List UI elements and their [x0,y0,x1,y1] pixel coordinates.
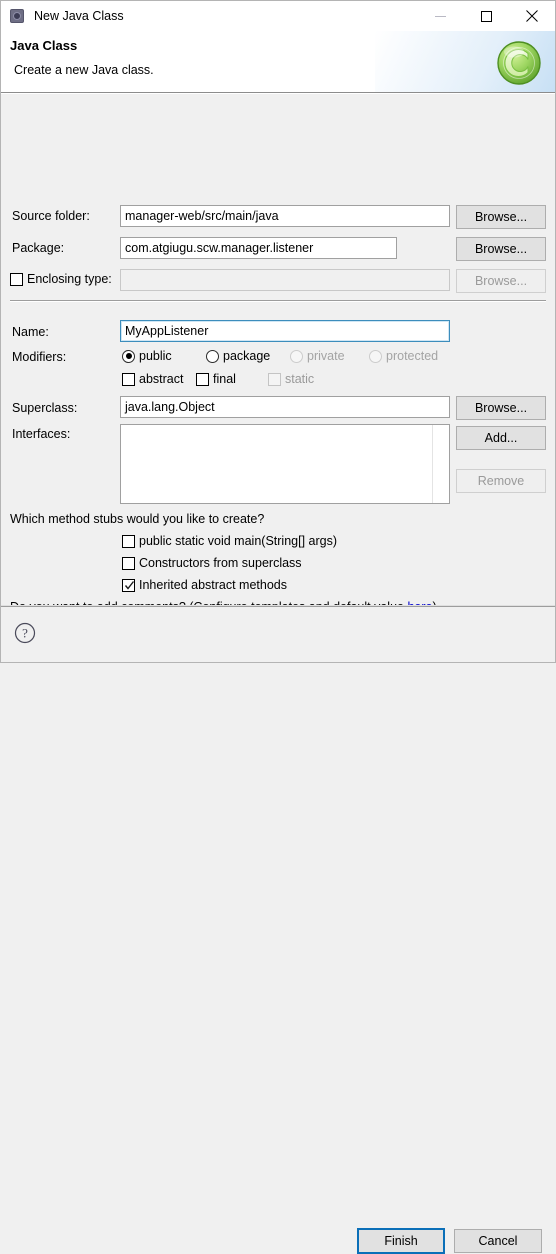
interfaces-label: Interfaces: [12,427,71,441]
close-icon [526,10,538,22]
window-controls [417,1,555,31]
checkbox-label: public static void main(String[] args) [139,534,337,548]
help-question-icon[interactable]: ? [14,622,36,644]
name-input[interactable]: MyAppListener [120,320,450,342]
radio-circle [290,349,303,363]
package-label: Package: [12,241,65,255]
source-folder-input[interactable]: manager-web/src/main/java [120,205,450,227]
minimize-icon [434,15,446,17]
checkbox-label: Constructors from superclass [139,556,302,570]
minimize-button[interactable] [417,1,463,31]
superclass-browse-button[interactable]: Browse... [456,396,546,420]
checkbox-label: static [285,372,315,386]
maximize-button[interactable] [463,1,509,31]
cancel-button[interactable]: Cancel [454,1229,542,1253]
checkbox-box [122,578,135,592]
green-c-wizard-icon [497,41,541,85]
page-title: Java Class [10,38,78,53]
stub-checkbox-main-method[interactable]: public static void main(String[] args) [122,534,337,548]
modifier-checkbox-static: static [268,372,314,386]
section-divider-1 [10,300,546,302]
superclass-label: Superclass: [12,401,78,415]
enclosing-type-browse-button: Browse... [456,269,546,293]
stub-checkbox-constructors[interactable]: Constructors from superclass [122,556,302,570]
enclosing-type-checkbox[interactable]: Enclosing type: [10,272,112,286]
modifiers-label: Modifiers: [12,350,67,364]
checkbox-box [122,534,135,548]
radio-circle [206,349,219,363]
page-description: Create a new Java class. [14,63,154,77]
modifier-checkbox-final[interactable]: final [196,372,236,386]
close-button[interactable] [509,1,555,31]
checkbox-box [122,372,135,386]
finish-button[interactable]: Finish [357,1228,445,1254]
radio-label: protected [386,349,439,363]
radio-label: public [139,349,172,363]
source-folder-browse-button[interactable]: Browse... [456,205,546,229]
checkbox-box [268,372,281,386]
maximize-icon [480,10,492,22]
stub-checkbox-inherited-abstract[interactable]: Inherited abstract methods [122,578,287,592]
radio-circle [122,349,135,363]
name-label: Name: [12,325,49,339]
checkbox-box [122,556,135,570]
java-class-icon [9,8,25,24]
checkbox-label: Inherited abstract methods [139,578,287,592]
checkbox-label: final [213,372,236,386]
interfaces-add-button[interactable]: Add... [456,426,546,450]
footer-divider [1,606,555,607]
checkbox-box [196,372,209,386]
checkbox-label: abstract [139,372,184,386]
radio-circle [369,349,382,363]
package-browse-button[interactable]: Browse... [456,237,546,261]
dialog-body: Source folder: manager-web/src/main/java… [1,93,555,636]
superclass-input[interactable]: java.lang.Object [120,396,450,418]
enclosing-type-input [120,269,450,291]
modifier-radio-protected: protected [369,349,438,363]
interfaces-remove-button: Remove [456,469,546,493]
new-java-class-dialog: New Java Class Java Class Create a new J… [0,0,556,1254]
interfaces-list-scrollbar[interactable] [432,425,449,503]
modifier-radio-public[interactable]: public [122,349,172,363]
title-bar: New Java Class [1,1,555,31]
window-title: New Java Class [34,9,124,23]
package-input[interactable]: com.atgiugu.scw.manager.listener [120,237,397,259]
svg-text:?: ? [22,626,28,641]
interfaces-list[interactable] [120,424,450,504]
modifier-radio-package[interactable]: package [206,349,270,363]
wizard-header: Java Class Create a new Java class. [1,31,555,93]
radio-label: private [307,349,345,363]
method-stubs-question: Which method stubs would you like to cre… [10,512,265,526]
radio-label: package [223,349,271,363]
modifier-checkbox-abstract[interactable]: abstract [122,372,183,386]
enclosing-type-label: Enclosing type: [27,272,112,286]
modifier-radio-private: private [290,349,345,363]
checkbox-box [10,272,23,286]
dialog-footer: ? Finish Cancel [1,605,555,1254]
source-folder-label: Source folder: [12,209,90,223]
checkmark-icon [124,580,135,590]
